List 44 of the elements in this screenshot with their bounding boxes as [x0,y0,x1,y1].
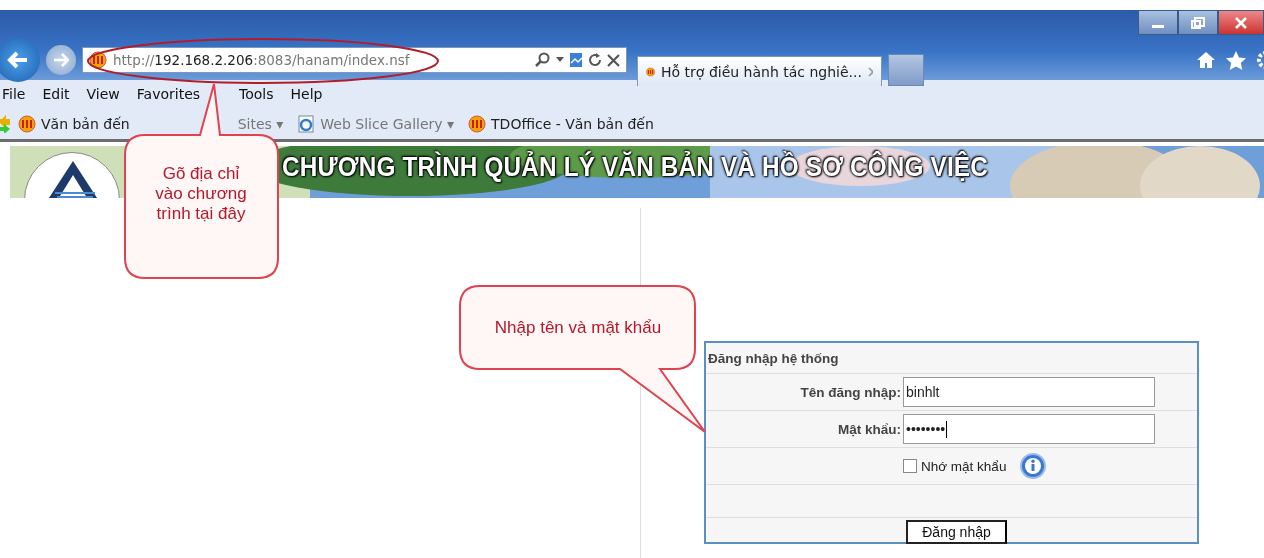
menu-item[interactable]: Edit [42,86,70,102]
menu-item[interactable]: Tools [239,86,274,102]
back-arrow-icon [7,51,29,69]
login-button[interactable]: Đăng nhập [906,520,1007,544]
field-label: Mật khẩu: [837,421,902,437]
search-icon[interactable] [535,52,551,68]
address-field[interactable]: http://192.168.2.206:8083/hanam/index.nsf [82,47,627,73]
restore-button[interactable] [1178,10,1218,35]
forward-button[interactable] [46,45,76,75]
site-logo-icon [468,114,487,133]
menu-item[interactable]: Help [290,86,323,102]
back-button[interactable] [0,38,40,82]
favorites-link[interactable]: Sites ▾ [237,115,284,132]
favorites-link[interactable]: Web Slice Gallery ▾ [297,114,455,133]
close-icon [1235,16,1247,29]
callout-text: Nhập tên và mật khẩu [493,318,663,338]
close-button[interactable] [1218,10,1264,35]
field-label: Tên đăng nhập: [799,384,902,400]
dropdown-caret-icon[interactable] [556,57,564,63]
compatibility-icon[interactable] [569,52,583,68]
info-icon[interactable] [1020,453,1047,479]
star-icon[interactable] [1226,50,1246,70]
site-logo-icon [89,51,107,69]
panel-heading: Đăng nhập hệ thống [706,343,1197,374]
callout-text: Gõ địa chỉ vào chương trình tại đây [154,164,248,224]
refresh-icon[interactable] [588,53,602,67]
url-text: http://192.168.2.206:8083/hanam/index.nsf [113,52,411,68]
checkbox-label: Nhớ mật khẩu [921,458,1007,474]
minimize-button[interactable] [1138,10,1178,35]
restore-icon [1191,16,1205,29]
menu-item[interactable]: File [2,86,26,102]
favorites-link[interactable]: Văn bản đến [18,114,130,133]
remember-checkbox[interactable] [903,459,917,473]
home-icon[interactable] [1196,51,1216,69]
favorites-link[interactable]: TDOffice - Văn bản đến [468,114,654,133]
forward-arrow-icon [53,53,69,67]
password-field[interactable]: •••••••• [903,414,1155,444]
username-field[interactable]: binhlt [903,377,1155,407]
minimize-icon [1152,24,1164,28]
menu-item[interactable]: View [86,86,120,102]
stop-icon[interactable] [607,53,620,67]
menu-item[interactable]: Favorites [136,86,201,102]
site-logo-icon [18,114,36,133]
browser-tab[interactable]: Hỗ trợ điều hành tác nghiê... [637,56,882,86]
